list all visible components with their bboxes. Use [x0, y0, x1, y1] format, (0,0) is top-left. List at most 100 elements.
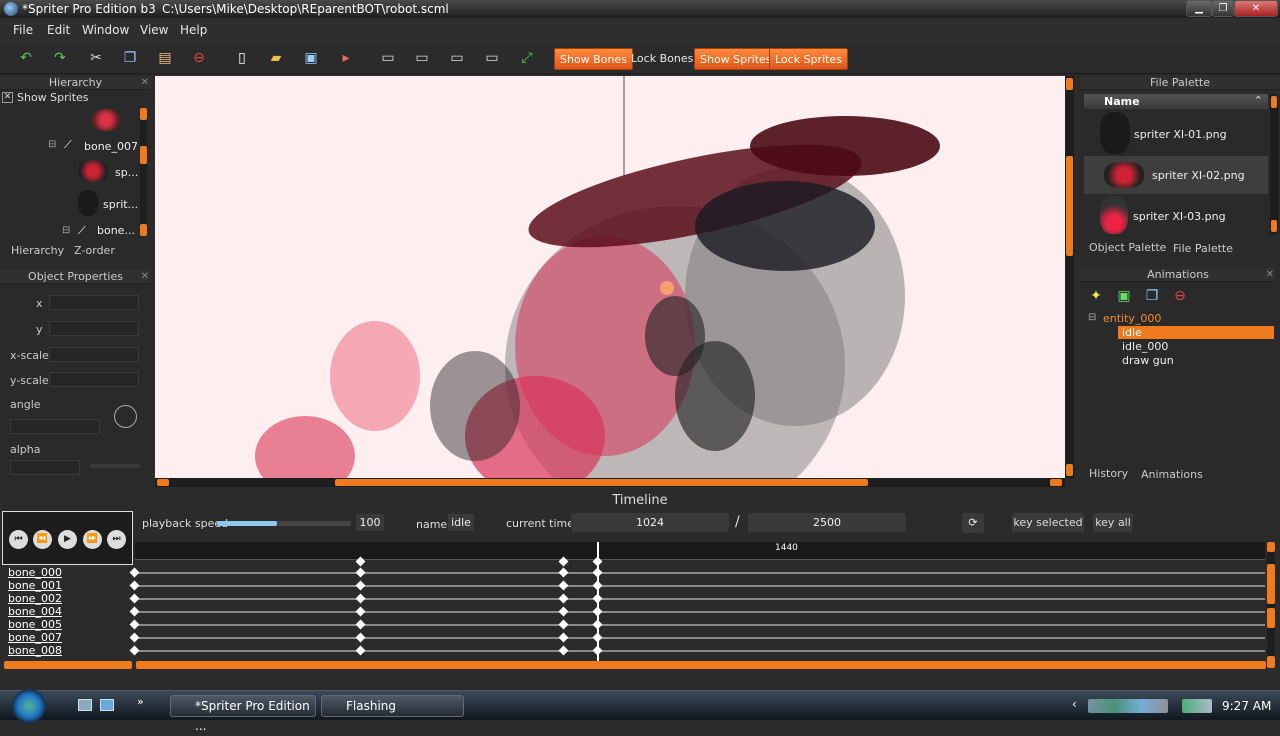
save-as-icon[interactable]: ▸ [338, 50, 354, 66]
track-line[interactable] [135, 611, 1265, 613]
keyframe-marker[interactable] [592, 580, 603, 591]
y-scale-field[interactable] [49, 372, 139, 387]
close-button[interactable]: ✕ [1234, 0, 1278, 17]
keyframe-marker[interactable] [355, 645, 366, 656]
taskbar-item-spriter[interactable]: *Spriter Pro Edition ... [170, 695, 316, 733]
keyframe-marker[interactable] [129, 580, 140, 591]
file-item[interactable]: spriter XI-02.png [1152, 169, 1245, 182]
animation-item[interactable]: draw gun [1122, 354, 1174, 367]
track-label[interactable]: bone_001 [8, 579, 62, 592]
animation-item[interactable]: idle [1122, 326, 1142, 339]
menu-view[interactable]: View [140, 23, 168, 37]
file-item[interactable]: spriter XI-01.png [1134, 128, 1227, 141]
track-list-scrollbar[interactable] [4, 661, 132, 669]
keyframe-marker[interactable] [558, 580, 569, 591]
viewport-hscrollbar[interactable] [155, 478, 1065, 487]
y-field[interactable] [49, 321, 139, 336]
start-button[interactable] [12, 689, 46, 723]
keyframe-marker[interactable] [129, 606, 140, 617]
total-time-field[interactable]: 2500 [748, 513, 906, 532]
first-frame-icon[interactable]: ⏮ [9, 530, 28, 549]
viewport-vscrollbar[interactable] [1065, 76, 1074, 478]
undo-icon[interactable]: ↶ [18, 50, 34, 66]
canvas-viewport[interactable] [155, 76, 1065, 478]
network-volume-icon[interactable] [1182, 699, 1212, 713]
next-key-icon[interactable]: ⏩ [83, 530, 102, 549]
file-palette-scrollbar[interactable] [1270, 94, 1278, 234]
collapse-icon[interactable]: ⊟ [1088, 312, 1096, 323]
show-sprites-checkbox[interactable]: ✕ [2, 92, 13, 103]
track-line[interactable] [135, 585, 1265, 587]
tab-hierarchy[interactable]: Hierarchy [11, 244, 64, 257]
lock-bones-button[interactable]: Lock Bones [626, 48, 698, 70]
keyframe-marker[interactable] [355, 567, 366, 578]
track-line[interactable] [135, 637, 1265, 639]
redo-icon[interactable]: ↷ [52, 50, 68, 66]
keyframe-marker[interactable] [129, 593, 140, 604]
delete-animation-icon[interactable]: ⊖ [1170, 286, 1190, 306]
tab-z-order[interactable]: Z-order [74, 244, 115, 257]
current-time-field[interactable]: 1024 [571, 513, 729, 532]
fit-view-icon[interactable]: ⤢ [519, 50, 535, 66]
keyframe-marker[interactable] [355, 619, 366, 630]
window-icon-4[interactable]: ▭ [484, 50, 500, 66]
keyframe-marker[interactable] [129, 645, 140, 656]
collapse-icon[interactable]: ⊟ [48, 139, 56, 150]
keyframe-marker[interactable] [355, 632, 366, 643]
angle-field[interactable] [10, 419, 100, 434]
copy-icon[interactable]: ❐ [122, 50, 138, 66]
tray-icons[interactable] [1088, 699, 1168, 713]
minimize-button[interactable]: ▁ [1186, 0, 1212, 17]
window-icon-3[interactable]: ▭ [449, 50, 465, 66]
keyframe-marker[interactable] [129, 632, 140, 643]
keyframe-marker[interactable] [558, 632, 569, 643]
keyframe-marker[interactable] [592, 632, 603, 643]
taskbar-item-flashing[interactable]: Flashing [321, 695, 464, 717]
quick-launch-chevron-icon[interactable]: » [137, 695, 144, 708]
tray-expand-icon[interactable]: ‹ [1072, 697, 1077, 711]
entity-item[interactable]: entity_000 [1103, 312, 1161, 325]
add-entity-icon[interactable]: ✦ [1086, 286, 1106, 306]
keyframe-marker[interactable] [558, 606, 569, 617]
loop-icon[interactable]: ⟳ [962, 513, 984, 533]
clock[interactable]: 9:27 AM [1222, 699, 1271, 713]
track-label[interactable]: bone_000 [8, 566, 62, 579]
key-selected-button[interactable]: key selected [1012, 513, 1084, 532]
window-icon-1[interactable]: ▭ [380, 50, 396, 66]
hierarchy-item[interactable]: sprit... [103, 198, 138, 211]
keyframe-marker[interactable] [592, 606, 603, 617]
keyframe-marker[interactable] [592, 567, 603, 578]
x-field[interactable] [49, 295, 139, 310]
maximize-button[interactable]: ❐ [1212, 0, 1234, 17]
track-line[interactable] [135, 624, 1265, 626]
save-icon[interactable]: ▣ [303, 50, 319, 66]
paste-icon[interactable]: ▤ [157, 50, 173, 66]
alpha-field[interactable] [10, 460, 80, 475]
close-icon[interactable]: ✕ [141, 271, 149, 282]
track-line[interactable] [135, 650, 1265, 652]
track-label[interactable]: bone_005 [8, 618, 62, 631]
playback-speed-slider[interactable] [217, 521, 351, 526]
keyframe-marker[interactable] [558, 619, 569, 630]
hierarchy-item[interactable]: sp... [115, 166, 138, 179]
playback-speed-value[interactable]: 100 [356, 514, 384, 531]
timeline-ruler[interactable]: 1440 [135, 542, 1265, 560]
switch-windows-icon[interactable] [100, 699, 114, 711]
alpha-slider[interactable] [90, 464, 140, 468]
show-bones-button[interactable]: Show Bones [554, 48, 633, 70]
keyframe-marker[interactable] [355, 580, 366, 591]
hierarchy-item[interactable]: bone... [97, 224, 135, 237]
window-icon-2[interactable]: ▭ [414, 50, 430, 66]
file-item[interactable]: spriter XI-03.png [1133, 210, 1226, 223]
last-frame-icon[interactable]: ⏭ [107, 530, 126, 549]
tab-file-palette[interactable]: File Palette [1173, 242, 1233, 255]
previous-key-icon[interactable]: ⏪ [33, 530, 52, 549]
delete-icon[interactable]: ⊖ [191, 50, 207, 66]
new-file-icon[interactable]: ▯ [234, 50, 250, 66]
lock-sprites-button[interactable]: Lock Sprites [769, 48, 848, 70]
track-label[interactable]: bone_002 [8, 592, 62, 605]
keyframe-marker[interactable] [558, 567, 569, 578]
key-all-button[interactable]: key all [1093, 513, 1133, 532]
x-scale-field[interactable] [49, 347, 139, 362]
add-animation-icon[interactable]: ▣ [1114, 286, 1134, 306]
